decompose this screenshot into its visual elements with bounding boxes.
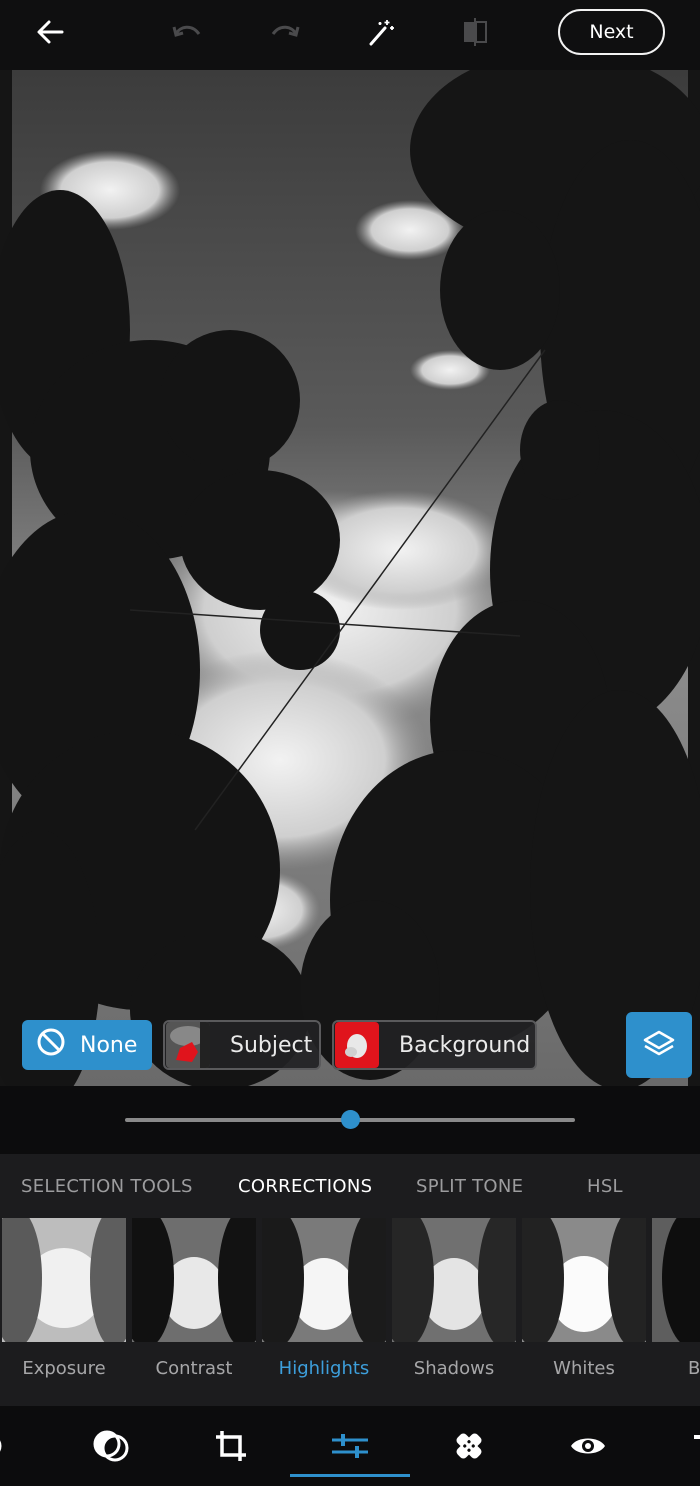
preset-contrast[interactable]: Contrast — [132, 1218, 256, 1406]
preset-label: Highlights — [278, 1358, 370, 1379]
healing-icon[interactable] — [446, 1424, 492, 1468]
next-button[interactable]: Next — [558, 9, 665, 55]
preset-whites[interactable]: Whites — [522, 1218, 646, 1406]
background-mask-button[interactable]: Background — [332, 1020, 537, 1070]
preset-thumbnail — [132, 1218, 256, 1342]
undo-icon[interactable] — [164, 0, 210, 64]
preset-thumbnail — [2, 1218, 126, 1342]
preset-thumbnail — [652, 1218, 700, 1342]
text-icon[interactable] — [688, 1424, 700, 1468]
background-mask-label: Background — [399, 1032, 531, 1058]
prohibit-icon — [36, 1027, 66, 1063]
preset-label: Contrast — [155, 1358, 233, 1379]
overlays-icon[interactable] — [88, 1424, 134, 1468]
subject-mask-label: Subject — [230, 1032, 313, 1058]
preset-label: Exposure — [22, 1358, 106, 1379]
active-tool-indicator — [290, 1474, 410, 1477]
tab-selection-tools[interactable]: SELECTION TOOLS — [21, 1154, 193, 1218]
mask-selection-bar: None Subject Background — [0, 1004, 700, 1086]
corrections-strip: Exposure Contrast Highlights Shadows Whi… — [0, 1218, 700, 1406]
preset-label: B — [688, 1358, 700, 1379]
preset-exposure[interactable]: Exposure — [2, 1218, 126, 1406]
preset-blacks[interactable]: B — [652, 1218, 700, 1406]
back-arrow-icon[interactable] — [22, 0, 78, 64]
subject-thumbnail — [166, 1022, 210, 1068]
none-mask-button[interactable]: None — [22, 1020, 152, 1070]
magic-wand-icon[interactable] — [358, 0, 404, 64]
preset-thumbnail — [392, 1218, 516, 1342]
tab-hsl[interactable]: HSL — [587, 1154, 623, 1218]
background-thumbnail — [335, 1022, 379, 1068]
preset-label: Shadows — [413, 1358, 495, 1379]
looks-icon[interactable] — [0, 1424, 20, 1468]
layers-icon — [642, 1028, 676, 1062]
preset-shadows[interactable]: Shadows — [392, 1218, 516, 1406]
layers-button[interactable] — [626, 1012, 692, 1078]
preset-highlights[interactable]: Highlights — [262, 1218, 386, 1406]
subject-mask-button[interactable]: Subject — [163, 1020, 321, 1070]
crop-icon[interactable] — [208, 1424, 254, 1468]
edit-category-tabs: SELECTION TOOLS CORRECTIONS SPLIT TONE H… — [0, 1154, 700, 1218]
tab-split-tone[interactable]: SPLIT TONE — [416, 1154, 523, 1218]
compare-icon[interactable] — [452, 0, 498, 64]
tab-corrections[interactable]: CORRECTIONS — [238, 1154, 372, 1218]
adjustment-slider[interactable] — [0, 1086, 700, 1154]
adjustments-icon[interactable] — [326, 1424, 374, 1468]
none-mask-label: None — [80, 1032, 138, 1058]
redo-icon[interactable] — [262, 0, 308, 64]
top-toolbar: Next — [0, 0, 700, 70]
preset-thumbnail — [262, 1218, 386, 1342]
preset-thumbnail — [522, 1218, 646, 1342]
preset-label: Whites — [553, 1358, 615, 1379]
red-eye-icon[interactable] — [564, 1424, 612, 1468]
slider-thumb[interactable] — [340, 1110, 360, 1129]
editor-screen: Next None Subject Background SELECTION T… — [0, 0, 700, 1486]
photo-canvas[interactable] — [0, 70, 700, 1086]
